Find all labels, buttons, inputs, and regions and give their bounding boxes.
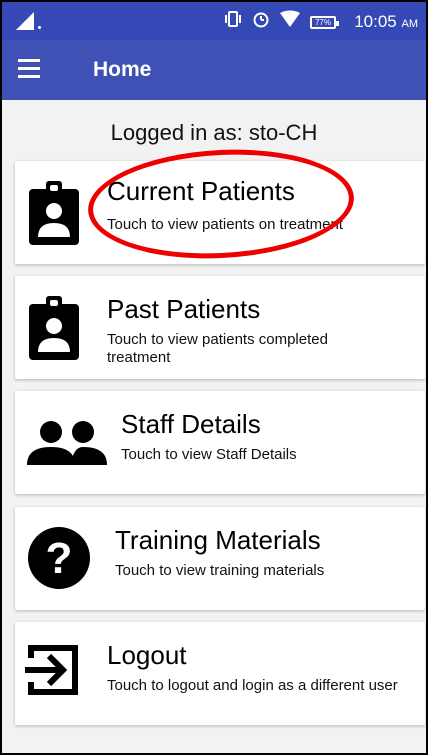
- patient-badge-icon: [29, 181, 79, 250]
- logged-in-label: Logged in as: sto-CH: [110, 120, 318, 145]
- logout-icon: [25, 642, 81, 703]
- clock-time: 10:05: [354, 12, 397, 31]
- app-bar: Home: [2, 40, 426, 100]
- signal-icon: [16, 12, 34, 30]
- card-subtitle: Touch to view patients on treatment: [107, 216, 343, 233]
- wifi-icon: [280, 10, 300, 34]
- card-title: Staff Details: [121, 409, 261, 439]
- signal-dot: [38, 26, 41, 29]
- svg-text:?: ?: [46, 534, 73, 583]
- status-bar: 77% 10:05 AM: [2, 2, 426, 40]
- card-title: Logout: [107, 640, 187, 670]
- alarm-icon: [252, 10, 270, 34]
- menu-icon[interactable]: [18, 59, 40, 78]
- logout-card[interactable]: Logout Touch to logout and login as a di…: [15, 622, 425, 725]
- page-title: Home: [93, 58, 152, 81]
- card-title: Current Patients: [107, 176, 295, 206]
- vibrate-icon: [224, 10, 242, 34]
- people-icon: [27, 421, 107, 470]
- staff-details-card[interactable]: Staff Details Touch to view Staff Detail…: [15, 391, 425, 494]
- past-patients-card[interactable]: Past Patients Touch to view patients com…: [15, 276, 425, 379]
- clock-ampm: AM: [401, 18, 419, 30]
- card-title: Past Patients: [107, 294, 261, 324]
- card-title: Training Materials: [115, 525, 321, 555]
- card-subtitle: Touch to logout and login as a different…: [107, 677, 398, 694]
- phone-screen: 77% 10:05 AM Home Logged in as: sto-CH C…: [2, 2, 426, 753]
- card-subtitle: Touch to view patients completed treatme…: [107, 331, 328, 366]
- help-icon: ?: [28, 527, 90, 594]
- training-materials-card[interactable]: ? Training Materials Touch to view train…: [15, 507, 425, 610]
- card-subtitle: Touch to view Staff Details: [121, 446, 297, 463]
- battery-icon: 77%: [310, 15, 339, 29]
- current-patients-card[interactable]: Current Patients Touch to view patients …: [15, 161, 425, 264]
- patient-badge-icon: [29, 296, 79, 365]
- status-clock: 10:05 AM: [354, 12, 418, 32]
- card-subtitle: Touch to view training materials: [115, 562, 325, 579]
